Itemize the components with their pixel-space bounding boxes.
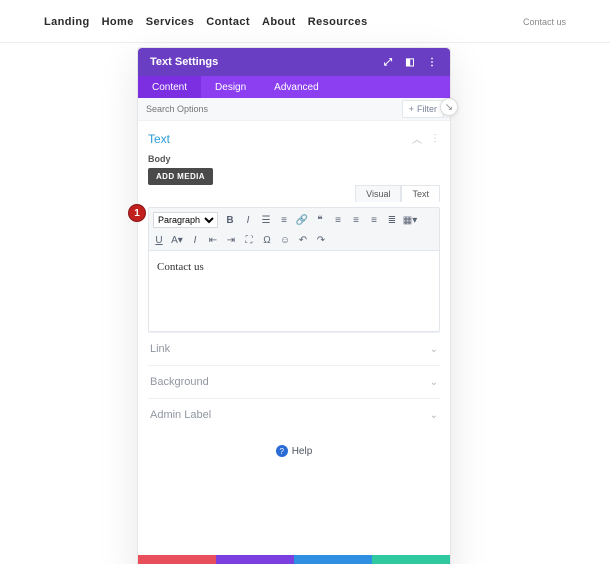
top-nav: Landing Home Services Contact About Reso… — [0, 0, 610, 43]
clear-format-icon[interactable]: I — [189, 234, 201, 246]
accordion-background[interactable]: Background ⌄ — [148, 365, 440, 398]
tab-design[interactable]: Design — [201, 76, 260, 98]
tab-content[interactable]: Content — [138, 76, 201, 98]
editor-toolbar: Paragraph B I ☰ ≡ 🔗 ❝ ≡ ≡ ≡ ≣ ▦▾ U A▾ — [149, 208, 439, 251]
kebab-icon[interactable]: ⋮ — [424, 54, 440, 70]
help-label: Help — [292, 446, 313, 457]
tab-advanced[interactable]: Advanced — [260, 76, 332, 98]
snap-icon[interactable]: ◧ — [402, 54, 418, 70]
panel-kebab-icon[interactable]: ⋮ — [430, 133, 440, 144]
nav-item-home[interactable]: Home — [102, 16, 134, 28]
rich-text-editor: Paragraph B I ☰ ≡ 🔗 ❝ ≡ ≡ ≡ ≣ ▦▾ U A▾ — [148, 207, 440, 332]
editor-content[interactable]: Contact us — [149, 251, 439, 331]
editor-tab-visual[interactable]: Visual — [355, 185, 401, 202]
panel-header[interactable]: Text ︿ ⋮ — [148, 131, 440, 146]
plus-icon: + — [409, 104, 414, 114]
nav-item-landing[interactable]: Landing — [44, 16, 90, 28]
modal-tabs: Content Design Advanced — [138, 76, 450, 98]
nav-item-about[interactable]: About — [262, 16, 296, 28]
filter-label: Filter — [417, 104, 437, 114]
align-center-icon[interactable]: ≡ — [350, 214, 362, 226]
cancel-button[interactable]: ✕ — [138, 555, 216, 564]
underline-icon[interactable]: U — [153, 234, 165, 246]
nav-left: Landing Home Services Contact About Reso… — [44, 16, 368, 28]
help-icon: ? — [276, 445, 288, 457]
more-toolbar-icon[interactable]: ▦▾ — [404, 214, 416, 226]
outdent-icon[interactable]: ⇤ — [207, 234, 219, 246]
nav-right-link[interactable]: Contact us — [523, 17, 566, 27]
text-settings-modal: Text Settings ⤢ ◧ ⋮ Content Design Advan… — [137, 47, 451, 564]
indent-icon[interactable]: ⇥ — [225, 234, 237, 246]
undo-icon[interactable]: ↶ — [297, 234, 309, 246]
annotation-badge-1: 1 — [129, 205, 145, 221]
link-icon[interactable]: 🔗 — [296, 214, 308, 226]
editor-mode-tabs: Visual Text — [148, 185, 440, 201]
text-color-icon[interactable]: A▾ — [171, 234, 183, 246]
chevron-down-icon: ⌄ — [430, 377, 438, 388]
filter-button[interactable]: + Filter — [402, 100, 444, 118]
fullscreen-icon[interactable]: ⛶ — [243, 234, 255, 246]
accordion-label: Link — [150, 343, 170, 355]
accordion-label: Background — [150, 376, 209, 388]
bold-icon[interactable]: B — [224, 214, 236, 226]
help-row[interactable]: ? Help — [148, 431, 440, 457]
nav-item-services[interactable]: Services — [146, 16, 194, 28]
align-right-icon[interactable]: ≡ — [368, 214, 380, 226]
search-bar: + Filter — [138, 98, 450, 121]
number-list-icon[interactable]: ≡ — [278, 214, 290, 226]
nav-item-contact[interactable]: Contact — [206, 16, 250, 28]
bullet-list-icon[interactable]: ☰ — [260, 214, 272, 226]
collapse-icon[interactable]: ︿ — [412, 131, 422, 146]
search-input[interactable] — [144, 103, 402, 115]
panel-title: Text — [148, 132, 170, 146]
modal-titlebar: Text Settings ⤢ ◧ ⋮ — [138, 48, 450, 76]
align-left-icon[interactable]: ≡ — [332, 214, 344, 226]
italic-icon[interactable]: I — [242, 214, 254, 226]
add-media-button[interactable]: ADD MEDIA — [148, 168, 213, 185]
chevron-down-icon: ⌄ — [430, 344, 438, 355]
accordion-label: Admin Label — [150, 409, 211, 421]
body-label: Body — [148, 154, 440, 164]
undo-button[interactable]: ↶ — [216, 555, 294, 564]
toolbar-row-2: U A▾ I ⇤ ⇥ ⛶ Ω ☺ ↶ ↷ — [153, 234, 435, 246]
modal-footer: ✕ ↶ ↷ ✓ — [138, 555, 450, 564]
quote-icon[interactable]: ❝ — [314, 214, 326, 226]
redo-button[interactable]: ↷ — [294, 555, 372, 564]
accordion-admin-label[interactable]: Admin Label ⌄ — [148, 398, 440, 431]
nav-item-resources[interactable]: Resources — [308, 16, 368, 28]
emoji-icon[interactable]: ☺ — [279, 234, 291, 246]
expand-icon[interactable]: ⤢ — [380, 54, 396, 70]
accordion-link[interactable]: Link ⌄ — [148, 332, 440, 365]
redo-icon[interactable]: ↷ — [315, 234, 327, 246]
chevron-down-icon: ⌄ — [430, 410, 438, 421]
close-tabs-icon[interactable]: ↘ — [440, 98, 458, 116]
editor-tab-text[interactable]: Text — [401, 185, 440, 202]
modal-title: Text Settings — [150, 56, 218, 68]
format-select[interactable]: Paragraph — [153, 212, 218, 228]
align-justify-icon[interactable]: ≣ — [386, 214, 398, 226]
special-char-icon[interactable]: Ω — [261, 234, 273, 246]
save-button[interactable]: ✓ — [372, 555, 450, 564]
